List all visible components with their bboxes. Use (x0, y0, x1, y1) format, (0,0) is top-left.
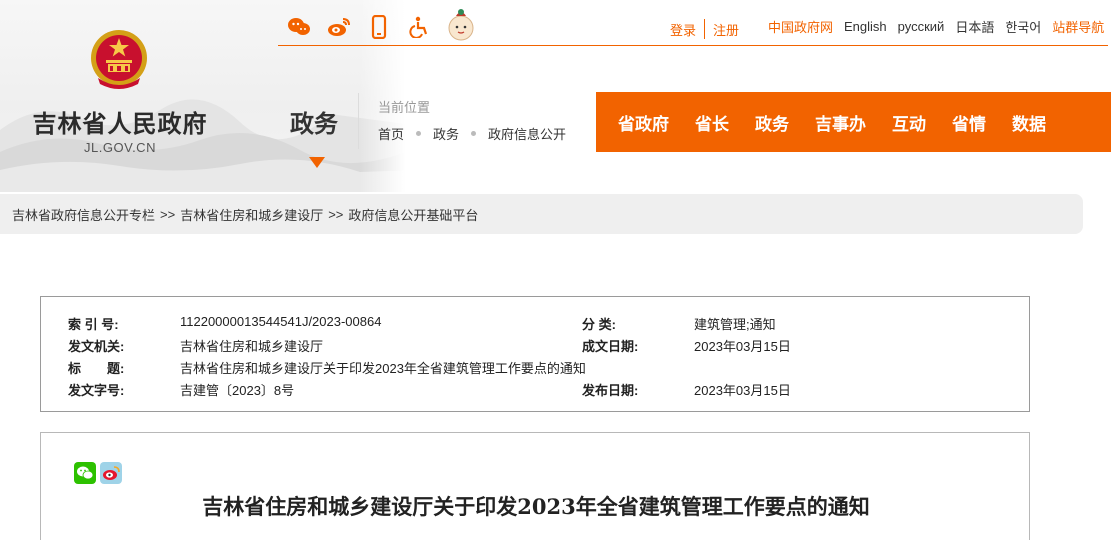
weibo-icon[interactable] (326, 14, 352, 40)
location-breadcrumb: 首页 政务 政府信息公开 (378, 124, 566, 143)
japanese-link[interactable]: 日本語 (955, 17, 994, 36)
breadcrumb: 吉林省政府信息公开专栏 >> 吉林省住房和城乡建设厅 >> 政府信息公开基础平台 (0, 194, 1083, 234)
created-date-label: 成文日期: (582, 339, 639, 354)
published-date-value: 2023年03月15日 (694, 383, 791, 398)
doc-number-value: 吉建管〔2023〕8号 (180, 383, 295, 398)
index-value: 11220000013544541J/2023-00864 (180, 314, 382, 329)
government-domain: JL.GOV.CN (84, 140, 156, 155)
nav-item-province-gov[interactable]: 省政府 (618, 110, 669, 135)
published-date-label: 发布日期: (582, 383, 639, 398)
title-label: 标 题: (68, 361, 125, 376)
breadcrumb-item-platform[interactable]: 政府信息公开基础平台 (348, 205, 478, 224)
nav-item-data[interactable]: 数据 (1012, 110, 1046, 135)
main-nav: 省政府 省长 政务 吉事办 互动 省情 数据 (596, 92, 1111, 152)
breadcrumb-item-housing-dept[interactable]: 吉林省住房和城乡建设厅 (180, 205, 323, 224)
nav-item-interaction[interactable]: 互动 (892, 110, 926, 135)
breadcrumb-separator: >> (328, 206, 344, 222)
mobile-icon[interactable] (366, 14, 392, 40)
breadcrumb-separator: >> (160, 206, 176, 222)
section-arrow-icon (309, 157, 325, 168)
wechat-share-icon[interactable] (74, 462, 96, 484)
location-crumb-info[interactable]: 政府信息公开 (488, 124, 566, 143)
location-crumb-affairs[interactable]: 政务 (433, 124, 459, 143)
accessibility-icon[interactable] (406, 14, 432, 40)
article-title: 吉林省住房和城乡建设厅关于印发2023年全省建筑管理工作要点的通知 (202, 494, 870, 519)
mascot-icon[interactable] (446, 6, 476, 42)
national-emblem-icon (91, 30, 147, 89)
category-label: 分 类: (582, 317, 616, 332)
china-gov-link[interactable]: 中国政府网 (768, 17, 833, 36)
crumb-dot-icon (471, 131, 477, 136)
register-link[interactable]: 注册 (713, 20, 739, 39)
russian-link[interactable]: русский (898, 19, 945, 34)
social-icons (286, 9, 476, 42)
weibo-chat-icon[interactable] (286, 14, 312, 40)
login-link[interactable]: 登录 (670, 20, 696, 39)
nav-item-province-info[interactable]: 省情 (952, 110, 986, 135)
issuer-label: 发文机关: (68, 339, 125, 354)
nav-item-jishiban[interactable]: 吉事办 (815, 110, 866, 135)
article-container: 吉林省住房和城乡建设厅关于印发2023年全省建筑管理工作要点的通知 (40, 432, 1030, 540)
site-group-nav-link[interactable]: 站群导航 (1052, 17, 1104, 36)
title-value: 吉林省住房和城乡建设厅关于印发2023年全省建筑管理工作要点的通知 (180, 361, 586, 376)
crumb-dot-icon (416, 131, 422, 136)
location-label: 当前位置 (378, 100, 431, 115)
index-label: 索 引 号: (68, 317, 119, 332)
toolbar-underline (278, 45, 1108, 46)
doc-number-label: 发文字号: (68, 383, 125, 398)
category-value: 建筑管理;通知 (694, 317, 776, 332)
location-crumb-home[interactable]: 首页 (378, 124, 404, 143)
government-name[interactable]: 吉林省人民政府 (24, 104, 216, 139)
share-buttons (74, 462, 122, 484)
nav-item-governor[interactable]: 省长 (695, 110, 729, 135)
created-date-value: 2023年03月15日 (694, 339, 791, 354)
english-link[interactable]: English (844, 19, 887, 34)
auth-separator (704, 19, 706, 39)
section-title: 政务 (290, 110, 338, 138)
nav-item-affairs[interactable]: 政务 (755, 110, 789, 135)
document-meta-table: 索 引 号: 11220000013544541J/2023-00864 分 类… (40, 296, 1030, 412)
auth-links: 登录 注册 (670, 19, 739, 39)
issuer-value: 吉林省住房和城乡建设厅 (180, 339, 324, 354)
header-divider (358, 93, 359, 149)
breadcrumb-item-info-column[interactable]: 吉林省政府信息公开专栏 (12, 205, 155, 224)
korean-link[interactable]: 한국어 (1005, 17, 1041, 36)
language-links: 中国政府网 English русский 日本語 한국어 站群导航 (768, 17, 1104, 36)
weibo-share-icon[interactable] (100, 462, 122, 484)
